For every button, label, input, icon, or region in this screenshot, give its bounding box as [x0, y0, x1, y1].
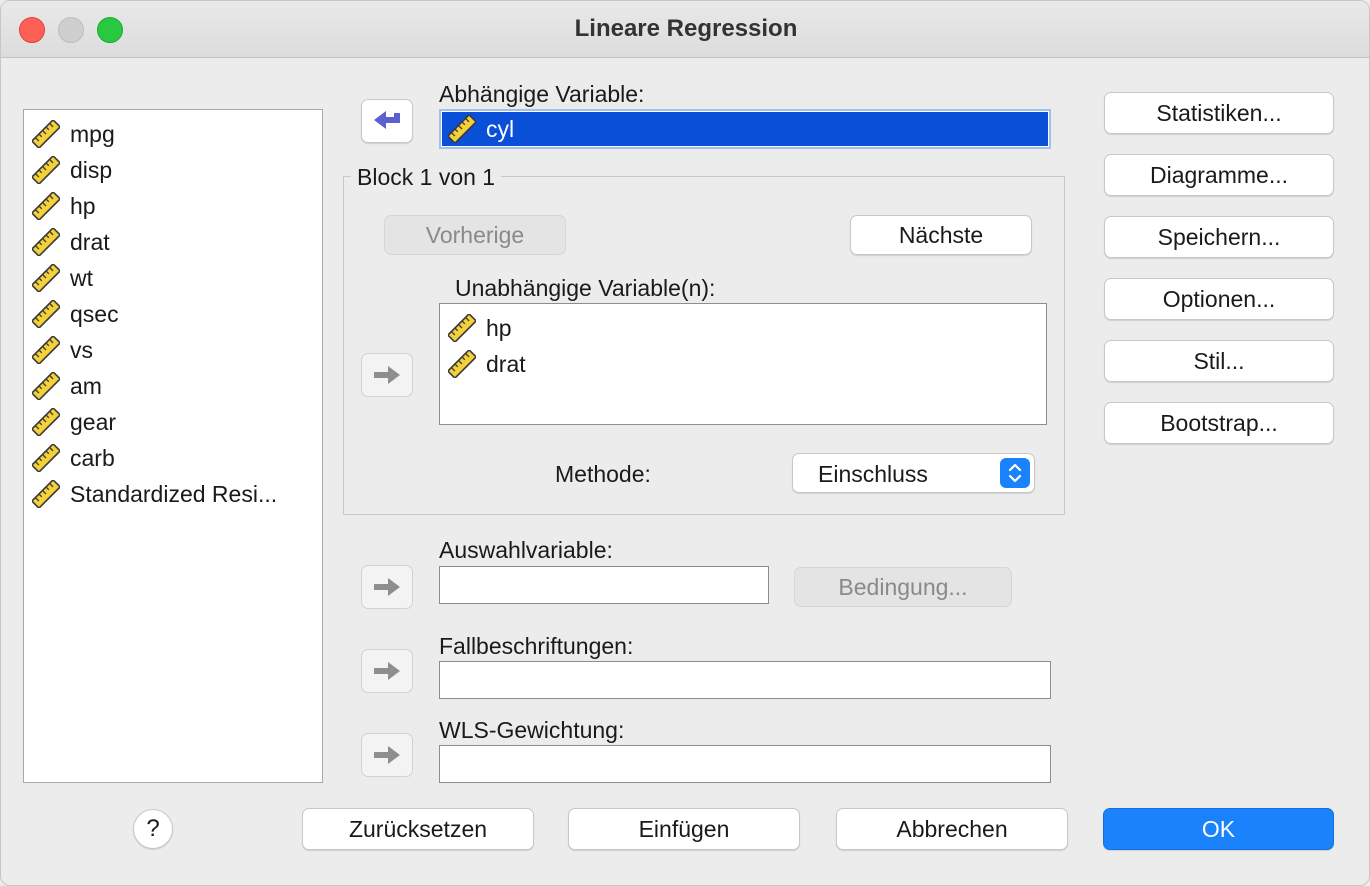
paste-button[interactable]: Einfügen [568, 808, 800, 850]
ruler-icon [32, 300, 60, 328]
selection-variable-label: Auswahlvariable: [439, 537, 613, 563]
variable-name: vs [70, 336, 93, 363]
ruler-icon [32, 444, 60, 472]
ruler-icon [32, 192, 60, 220]
ruler-icon [32, 228, 60, 256]
window-title: Lineare Regression [574, 15, 798, 42]
condition-button[interactable]: Bedingung... [794, 567, 1012, 607]
list-item[interactable]: disp [24, 152, 322, 188]
ruler-icon [32, 264, 60, 292]
ruler-icon [32, 120, 60, 148]
arrow-right-icon [372, 743, 402, 767]
variable-name: hp [70, 192, 96, 219]
reset-button[interactable]: Zurücksetzen [302, 808, 534, 850]
ruler-icon [32, 480, 60, 508]
ruler-icon [448, 115, 476, 143]
dependent-variable-field[interactable]: cyl [439, 109, 1051, 149]
ruler-icon [448, 350, 476, 378]
arrow-right-icon [372, 659, 402, 683]
options-button[interactable]: Optionen... [1104, 278, 1334, 320]
bootstrap-button[interactable]: Bootstrap... [1104, 402, 1334, 444]
list-item[interactable]: Standardized Resi... [24, 476, 322, 512]
list-item[interactable]: hp [440, 310, 1046, 346]
variable-name: drat [486, 350, 526, 377]
ruler-icon [32, 408, 60, 436]
variable-name: Standardized Resi... [70, 480, 278, 507]
statistics-button[interactable]: Statistiken... [1104, 92, 1334, 134]
style-button[interactable]: Stil... [1104, 340, 1334, 382]
list-item[interactable]: hp [24, 188, 322, 224]
move-to-independent-button[interactable] [361, 353, 413, 397]
variable-name: disp [70, 156, 113, 183]
list-item[interactable]: drat [24, 224, 322, 260]
variable-name: mpg [70, 120, 115, 147]
arrow-right-icon [372, 363, 402, 387]
list-item[interactable]: gear [24, 404, 322, 440]
plots-button[interactable]: Diagramme... [1104, 154, 1334, 196]
next-block-button[interactable]: Nächste [850, 215, 1032, 255]
list-item[interactable]: am [24, 368, 322, 404]
arrow-left-icon [372, 109, 402, 133]
save-button[interactable]: Speichern... [1104, 216, 1334, 258]
block-title: Block 1 von 1 [351, 164, 502, 191]
variable-name: qsec [70, 300, 119, 327]
method-label: Methode: [555, 461, 651, 487]
selection-variable-field[interactable] [439, 566, 769, 604]
list-item[interactable]: carb [24, 440, 322, 476]
list-item[interactable]: vs [24, 332, 322, 368]
list-item[interactable]: wt [24, 260, 322, 296]
variable-name: carb [70, 444, 115, 471]
list-item[interactable]: mpg [24, 116, 322, 152]
move-to-case-labels-button[interactable] [361, 649, 413, 693]
ruler-icon [448, 314, 476, 342]
independent-variables-list[interactable]: hp drat [439, 303, 1047, 425]
independent-variables-label: Unabhängige Variable(n): [455, 275, 716, 301]
ok-button[interactable]: OK [1103, 808, 1334, 850]
variable-name: wt [70, 264, 93, 291]
previous-block-button[interactable]: Vorherige [384, 215, 566, 255]
move-to-selection-button[interactable] [361, 565, 413, 609]
method-select[interactable]: Einschluss [792, 453, 1035, 493]
list-item[interactable]: qsec [24, 296, 322, 332]
variable-name: gear [70, 408, 117, 435]
dependent-variable-item[interactable]: cyl [442, 112, 1048, 146]
dialog-window: Lineare Regression mpg disp hp drat wt qsec vs… [0, 0, 1370, 886]
list-item[interactable]: drat [440, 346, 1046, 382]
dependent-variable-value: cyl [486, 115, 515, 142]
wls-weight-field[interactable] [439, 745, 1051, 783]
dependent-variable-label: Abhängige Variable: [439, 81, 645, 107]
case-labels-field[interactable] [439, 661, 1051, 699]
move-to-wls-button[interactable] [361, 733, 413, 777]
ruler-icon [32, 336, 60, 364]
move-to-dependent-button[interactable] [361, 99, 413, 143]
case-labels-label: Fallbeschriftungen: [439, 633, 634, 659]
method-select-value: Einschluss [818, 461, 928, 487]
help-button[interactable]: ? [133, 809, 173, 849]
variable-name: am [70, 372, 102, 399]
chevron-updown-icon [1000, 458, 1030, 488]
variable-name: hp [486, 314, 512, 341]
ruler-icon [32, 372, 60, 400]
cancel-button[interactable]: Abbrechen [836, 808, 1068, 850]
source-variable-list[interactable]: mpg disp hp drat wt qsec vs am gear carb Standardi… [23, 109, 323, 783]
title-bar: Lineare Regression [1, 1, 1369, 58]
arrow-right-icon [372, 575, 402, 599]
variable-name: drat [70, 228, 110, 255]
ruler-icon [32, 156, 60, 184]
wls-weight-label: WLS-Gewichtung: [439, 717, 625, 743]
